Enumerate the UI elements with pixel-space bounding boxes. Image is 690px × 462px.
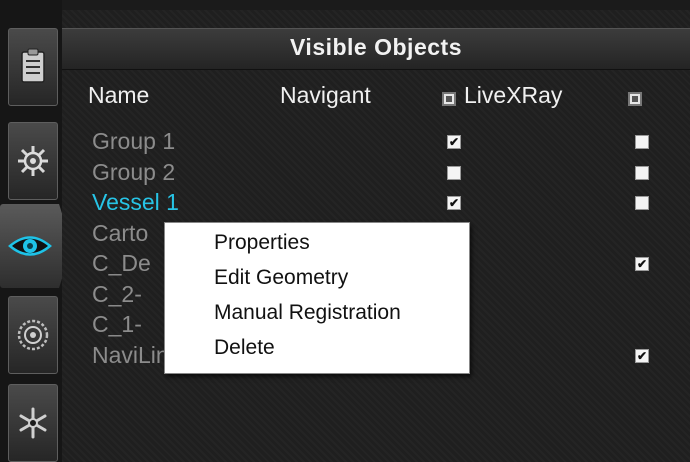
target-dial-icon	[17, 319, 49, 351]
table-row[interactable]: Vessel 1 ✔	[62, 189, 690, 217]
panel-title: Visible Objects	[290, 34, 462, 60]
menu-item-manual-registration[interactable]: Manual Registration	[214, 301, 401, 325]
tool-sidebar	[0, 0, 72, 462]
sidebar-button-dial[interactable]	[8, 296, 58, 374]
menu-item-properties[interactable]: Properties	[214, 231, 310, 255]
object-name: Vessel 1	[92, 189, 179, 215]
object-name: Carto	[92, 219, 149, 246]
navigant-toggle-all-checkbox[interactable]	[442, 92, 456, 106]
object-name: C_De	[92, 250, 151, 276]
menu-item-edit-geometry[interactable]: Edit Geometry	[214, 266, 348, 290]
menu-item-delete[interactable]: Delete	[214, 336, 275, 360]
sidebar-button-wheel[interactable]	[8, 122, 58, 200]
livexray-checkbox[interactable]: ✔	[635, 257, 649, 271]
livexray-checkbox[interactable]	[635, 135, 649, 149]
ship-wheel-icon	[18, 146, 48, 176]
livexray-checkbox[interactable]	[635, 165, 649, 180]
navigant-checkbox[interactable]: ✔	[447, 196, 461, 210]
context-menu: Properties Edit Geometry Manual Registra…	[164, 222, 470, 374]
livexray-checkbox[interactable]: ✔	[635, 348, 649, 363]
snowflake-icon	[19, 407, 47, 439]
object-name: C_2-	[92, 280, 142, 307]
sidebar-button-snowflake[interactable]	[8, 384, 58, 462]
table-row[interactable]: Group 1 ✔	[62, 128, 690, 156]
column-header-navigant: Navigant	[280, 82, 371, 108]
livexray-toggle-all-checkbox[interactable]	[628, 92, 642, 106]
object-name: Group 1	[92, 128, 176, 154]
table-row[interactable]: Group 2	[62, 159, 690, 187]
livexray-checkbox[interactable]	[635, 196, 649, 210]
clipboard-icon	[21, 48, 45, 83]
column-header-name: Name	[88, 82, 150, 108]
panel-title-bar: Visible Objects	[62, 28, 690, 70]
object-name: Group 2	[92, 158, 176, 185]
eye-icon	[8, 236, 52, 256]
navigant-checkbox[interactable]: ✔	[447, 135, 461, 149]
navigant-checkbox[interactable]	[447, 165, 461, 180]
sidebar-button-clipboard[interactable]	[8, 28, 58, 106]
object-name: C_1-	[92, 311, 142, 337]
column-header-livexray: LiveXRay	[464, 82, 563, 108]
